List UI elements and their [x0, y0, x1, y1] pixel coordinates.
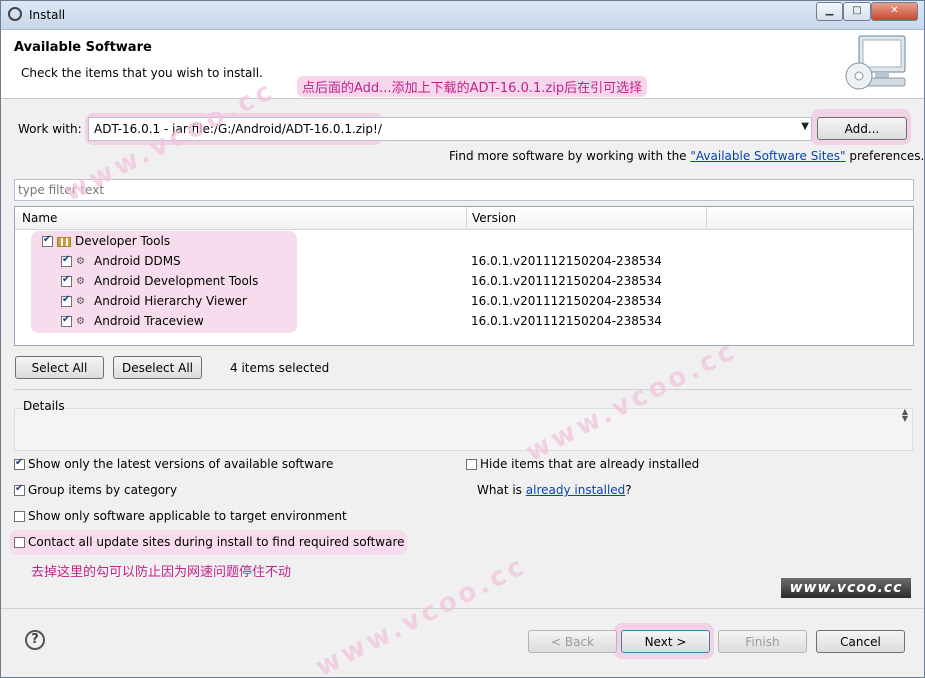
select-all-button[interactable]: Select All: [15, 356, 104, 379]
dropdown-arrow-icon[interactable]: ▼: [801, 121, 809, 132]
work-with-label: Work with:: [18, 122, 82, 136]
plugin-icon: ⚙: [76, 295, 85, 307]
find-more-text: Find more software by working with the "…: [449, 149, 924, 163]
maximize-button[interactable]: □: [843, 2, 871, 21]
contact-sites-option[interactable]: Contact all update sites during install …: [14, 535, 405, 549]
tree-header: Name Version: [15, 207, 913, 230]
item-version: 16.0.1.v201112150204-238534: [471, 294, 662, 308]
plugin-icon: ⚙: [76, 275, 85, 287]
software-tree[interactable]: Name Version Developer Tools ⚙ Android DD…: [14, 206, 914, 346]
item-checkbox[interactable]: [61, 314, 72, 327]
add-button[interactable]: Add...: [817, 117, 907, 140]
details-section: Details ▲ ▼: [14, 389, 913, 451]
eclipse-icon: [8, 7, 22, 21]
details-title: Details: [23, 399, 65, 413]
item-version: 16.0.1.v201112150204-238534: [471, 254, 662, 268]
already-installed-link[interactable]: already installed: [526, 483, 626, 497]
available-software-sites-link[interactable]: "Available Software Sites": [690, 149, 845, 163]
deselect-all-button[interactable]: Deselect All: [113, 356, 202, 379]
page-subtitle: Check the items that you wish to install…: [21, 66, 263, 80]
category-icon: [57, 236, 71, 247]
item-label: Android DDMS: [94, 254, 181, 268]
tree-category-row[interactable]: Developer Tools: [42, 234, 170, 252]
item-checkbox[interactable]: [61, 274, 72, 287]
item-version: 16.0.1.v201112150204-238534: [471, 314, 662, 328]
applicable-only-label: Show only software applicable to target …: [28, 509, 347, 523]
item-label: Android Development Tools: [94, 274, 259, 288]
plugin-icon: ⚙: [76, 255, 85, 267]
details-scroll-icon[interactable]: ▲ ▼: [902, 408, 908, 423]
what-is-prefix: What is: [477, 483, 526, 497]
show-latest-label: Show only the latest versions of availab…: [28, 457, 334, 471]
install-window: Install ▁ □ ✕ Available Software Check t…: [0, 0, 925, 678]
cancel-button[interactable]: Cancel: [816, 630, 905, 653]
title-bar: Install ▁ □ ✕: [1, 1, 924, 30]
watermark-logo: www.vcoo.cc: [781, 578, 911, 598]
column-name[interactable]: Name: [22, 211, 57, 225]
category-checkbox[interactable]: [42, 234, 53, 247]
group-by-category-option[interactable]: Group items by category: [14, 483, 177, 497]
group-by-category-checkbox[interactable]: [14, 483, 25, 496]
help-icon[interactable]: ?: [25, 630, 45, 650]
group-by-category-label: Group items by category: [28, 483, 178, 497]
filter-input[interactable]: type filter text: [14, 179, 914, 201]
annotation-note-add: 点后面的Add...添加上下载的ADT-16.0.1.zip后在引可选择: [297, 76, 648, 97]
what-is-suffix: ?: [625, 483, 632, 497]
what-is-installed-text: What is already installed?: [477, 483, 632, 497]
tree-item-row[interactable]: ⚙ Android Traceview: [61, 314, 204, 332]
item-checkbox[interactable]: [61, 254, 72, 267]
category-label: Developer Tools: [75, 234, 171, 248]
find-more-suffix: preferences.: [845, 149, 925, 163]
column-version[interactable]: Version: [472, 211, 516, 225]
close-button[interactable]: ✕: [871, 2, 918, 21]
footer-divider: [1, 608, 924, 609]
tree-item-row[interactable]: ⚙ Android DDMS: [61, 254, 181, 272]
item-checkbox[interactable]: [61, 294, 72, 307]
item-version: 16.0.1.v201112150204-238534: [471, 274, 662, 288]
work-with-value: ADT-16.0.1 - jar:file:/G:/Android/ADT-16…: [94, 122, 382, 136]
annotation-note-contact: 去掉这里的勾可以防止因为网速问题停住不动: [31, 565, 292, 580]
hide-installed-label: Hide items that are already installed: [480, 457, 700, 471]
minimize-button[interactable]: ▁: [816, 2, 843, 21]
selected-count: 4 items selected: [230, 361, 330, 375]
hide-installed-option[interactable]: Hide items that are already installed: [466, 457, 699, 471]
show-latest-option[interactable]: Show only the latest versions of availab…: [14, 457, 333, 471]
hide-installed-checkbox[interactable]: [466, 459, 477, 470]
contact-sites-checkbox[interactable]: [14, 537, 25, 548]
back-button[interactable]: < Back: [528, 630, 617, 653]
plugin-icon: ⚙: [76, 315, 85, 327]
next-button[interactable]: Next >: [621, 630, 710, 653]
item-label: Android Hierarchy Viewer: [94, 294, 247, 308]
show-latest-checkbox[interactable]: [14, 457, 25, 470]
applicable-only-option[interactable]: Show only software applicable to target …: [14, 509, 347, 523]
install-monitor-icon: [845, 35, 906, 90]
details-area: [14, 408, 913, 451]
tree-item-row[interactable]: ⚙ Android Hierarchy Viewer: [61, 294, 247, 312]
applicable-only-checkbox[interactable]: [14, 511, 25, 522]
finish-button[interactable]: Finish: [718, 630, 807, 653]
contact-sites-label: Contact all update sites during install …: [28, 535, 405, 549]
wizard-header: Available Software Check the items that …: [1, 30, 924, 99]
watermark-text: www.vcoo.cc: [311, 550, 533, 678]
item-label: Android Traceview: [94, 314, 204, 328]
page-title: Available Software: [14, 40, 152, 55]
find-more-prefix: Find more software by working with the: [449, 149, 691, 163]
window-title: Install: [29, 8, 66, 22]
tree-item-row[interactable]: ⚙ Android Development Tools: [61, 274, 258, 292]
